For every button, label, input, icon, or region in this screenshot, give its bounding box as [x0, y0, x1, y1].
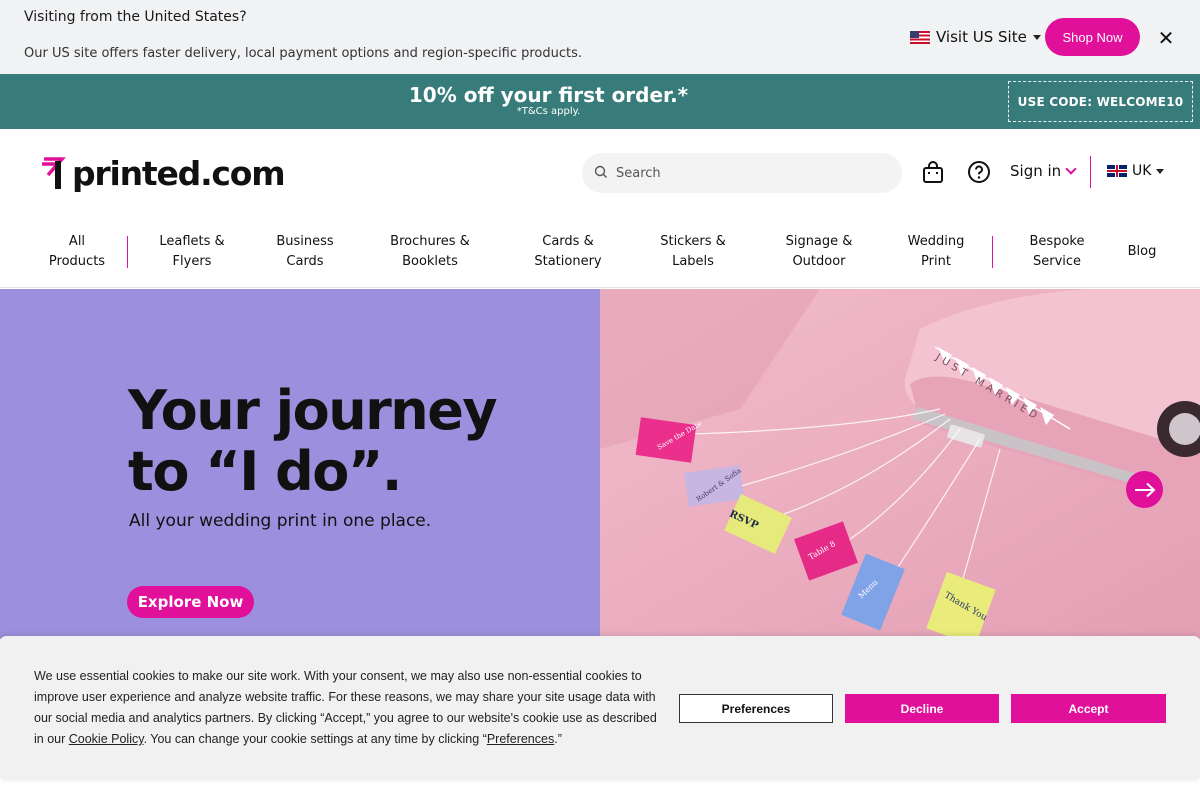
sign-in-menu[interactable]: Sign in — [1010, 162, 1077, 180]
shopping-bag-icon[interactable] — [921, 160, 945, 184]
nav-separator — [992, 236, 993, 268]
header-divider — [1090, 156, 1091, 188]
cookie-policy-link[interactable]: Cookie Policy — [69, 732, 144, 746]
accept-button[interactable]: Accept — [1011, 694, 1166, 723]
preferences-button[interactable]: Preferences — [679, 694, 833, 723]
geo-banner: Visiting from the United States? Our US … — [0, 0, 1200, 74]
hero-subtitle: All your wedding print in one place. — [129, 511, 432, 531]
nav-separator — [127, 236, 128, 268]
chevron-down-icon — [1065, 163, 1077, 175]
promo-terms: *T&Cs apply. — [516, 106, 581, 117]
caret-down-icon — [1156, 168, 1165, 174]
printed-logo-icon — [40, 155, 68, 191]
sign-in-label: Sign in — [1010, 162, 1062, 180]
hero-title: Your journey to “I do”. — [128, 379, 498, 503]
shop-now-button[interactable]: Shop Now — [1045, 18, 1140, 56]
search-bar[interactable] — [582, 153, 902, 193]
nav-item-brochures-booklets[interactable]: Brochures & Booklets — [390, 232, 470, 272]
logo-text: printed.com — [72, 153, 286, 193]
decline-button[interactable]: Decline — [845, 694, 999, 723]
arrow-right-icon[interactable] — [1126, 471, 1163, 508]
us-flag-icon — [910, 30, 930, 44]
geo-banner-title: Visiting from the United States? — [24, 9, 247, 25]
nav-item-wedding-print[interactable]: Wedding Print — [908, 232, 965, 272]
preferences-link[interactable]: Preferences — [487, 732, 554, 746]
nav-item-bespoke-service[interactable]: Bespoke Service — [1030, 232, 1085, 272]
nav-item-all-products[interactable]: All Products — [49, 232, 105, 272]
promo-banner: 10% off your first order.* *T&Cs apply. … — [0, 74, 1200, 129]
nav-item-stickers-labels[interactable]: Stickers & Labels — [660, 232, 726, 272]
visit-us-site-label: Visit US Site — [936, 28, 1027, 46]
uk-flag-icon — [1107, 165, 1127, 177]
explore-now-button[interactable]: Explore Now — [127, 586, 254, 618]
cookie-text-middle: . You can change your cookie settings at… — [143, 732, 487, 746]
visit-us-site-dropdown[interactable]: Visit US Site — [910, 26, 1041, 48]
help-icon[interactable] — [967, 160, 991, 184]
cookie-consent-text: We use essential cookies to make our sit… — [34, 666, 664, 750]
cookie-text-end: .” — [554, 732, 562, 746]
nav-item-leaflets-flyers[interactable]: Leaflets & Flyers — [159, 232, 224, 272]
nav-item-signage-outdoor[interactable]: Signage & Outdoor — [786, 232, 853, 272]
nav-item-blog[interactable]: Blog — [1128, 242, 1157, 262]
locale-label: UK — [1132, 163, 1152, 179]
caret-down-icon — [1032, 34, 1041, 40]
main-navigation: All Products Leaflets & Flyers Business … — [0, 222, 1200, 288]
nav-item-cards-stationery[interactable]: Cards & Stationery — [534, 232, 601, 272]
search-input[interactable] — [616, 165, 876, 181]
geo-banner-subtitle: Our US site offers faster delivery, loca… — [24, 46, 583, 61]
site-logo[interactable]: printed.com — [40, 153, 286, 193]
nav-item-business-cards[interactable]: Business Cards — [276, 232, 333, 272]
locale-selector[interactable]: UK — [1107, 163, 1165, 179]
promo-headline: 10% off your first order.* — [408, 83, 689, 107]
search-icon — [594, 164, 608, 183]
hero-image: JUST MARRIED Save the Date Robert & Sofi… — [600, 289, 1200, 639]
promo-code-box[interactable]: USE CODE: WELCOME10 — [1008, 81, 1193, 122]
close-icon[interactable]: ✕ — [1156, 28, 1176, 48]
